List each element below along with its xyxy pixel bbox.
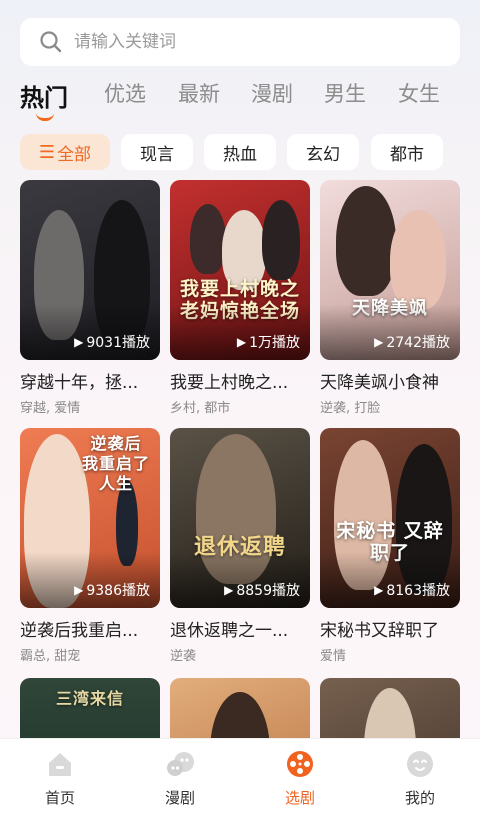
tab-selected[interactable]: 优选 (104, 78, 146, 108)
chip-urban[interactable]: 都市 (371, 134, 443, 170)
nav-comic[interactable]: 漫剧 (140, 749, 220, 808)
nav-home[interactable]: 首页 (20, 749, 100, 808)
chip-all[interactable]: ☰ 全部 (20, 134, 110, 170)
drama-poster (170, 678, 310, 738)
bottom-nav: 首页 漫剧 选剧 我的 (0, 738, 480, 822)
drama-card[interactable]: 退休返聘 ▶ 8859播放 退休返聘之一... 逆袭 (170, 428, 310, 664)
drama-poster: 天降美飒 ▶2742播放 (320, 180, 460, 360)
play-count: ▶ 1万播放 (236, 335, 300, 351)
drama-poster: ▶ 9031播放 (20, 180, 160, 360)
chip-label: 现言 (140, 144, 174, 165)
nav-label: 首页 (44, 789, 75, 807)
drama-poster: 退休返聘 ▶ 8859播放 (170, 428, 310, 608)
play-icon: ▶ (224, 583, 234, 597)
list-icon: ☰ (38, 141, 56, 163)
drama-title: 宋秘书又辞职了 (320, 621, 439, 641)
drama-tags: 逆袭 (170, 649, 197, 664)
play-count: ▶ 8859播放 (224, 583, 300, 599)
drama-tags: 爱情 (320, 649, 347, 664)
play-icon: ▶ (236, 335, 247, 349)
play-count: ▶ 9386播放 (74, 583, 150, 599)
comic-icon (167, 752, 194, 776)
drama-poster: 我要上村晚之 老妈惊艳全场 ▶1万播放 (170, 180, 310, 360)
active-tab-indicator (36, 113, 54, 121)
drama-tags: 霸总, 甜宠 (20, 649, 81, 664)
chip-label: 全部 (57, 144, 92, 165)
drama-poster: 逆袭后 我重启了 人生 ▶ 9386播放 (20, 428, 160, 608)
chip-label: 玄幻 (306, 144, 340, 165)
poster-figure (262, 200, 300, 280)
tab-hot[interactable]: 热门 (20, 78, 68, 113)
drama-tags: 穿越, 爱情 (20, 401, 81, 416)
poster-title: 三湾来信 (55, 689, 124, 708)
play-icon: ▶ (374, 335, 384, 349)
home-icon (49, 753, 71, 776)
drama-grid: ▶9031播放 穿越十年，拯... 穿越, 爱情 我要上村晚之 老妈惊艳全场 ▶… (0, 180, 480, 738)
search-input[interactable] (74, 32, 434, 52)
drama-poster: 宋秘书 又辞职了 ▶8163播放 (320, 428, 460, 608)
drama-card[interactable]: 逆袭后 我重启了 人生 ▶ 9386播放 逆袭后我重启... 霸总, 甜宠 (20, 428, 160, 664)
tab-female[interactable]: 女生 (398, 78, 440, 108)
tab-comic[interactable]: 漫剧 (251, 78, 293, 108)
nav-label: 我的 (404, 789, 435, 807)
play-count: ▶ 8163播放 (374, 583, 450, 599)
poster-figure (210, 692, 270, 738)
poster-figure (364, 688, 416, 738)
drama-card[interactable]: ▶ 9031播放 穿越十年，拯... 穿越, 爱情 (20, 180, 160, 416)
nav-label: 选剧 (284, 789, 315, 807)
tab-male[interactable]: 男生 (324, 78, 366, 108)
drama-tags: 逆袭, 打脸 (320, 401, 381, 416)
poster-figure (390, 210, 446, 310)
chip-modern-romance[interactable]: 现言 (121, 134, 193, 170)
nav-profile[interactable]: 我的 (380, 749, 460, 808)
drama-title: 我要上村晚之... (170, 373, 289, 393)
drama-card[interactable]: 三湾来信 (20, 678, 160, 738)
poster-figure (336, 186, 396, 296)
drama-tags: 乡村, 都市 (170, 401, 231, 416)
drama-title: 穿越十年，拯... (20, 373, 139, 393)
profile-icon (407, 751, 433, 777)
poster-figure (190, 204, 226, 274)
play-icon: ▶ (74, 583, 84, 597)
drama-card[interactable]: 宋秘书 又辞职了 ▶8163播放 宋秘书又辞职了 爱情 (320, 428, 460, 664)
play-count: ▶ 2742播放 (374, 335, 450, 351)
drama-title: 逆袭后我重启... (20, 621, 139, 641)
nav-pick-drama[interactable]: 选剧 (260, 749, 340, 808)
chip-fantasy[interactable]: 玄幻 (287, 134, 359, 170)
tab-latest[interactable]: 最新 (178, 78, 220, 108)
drama-card[interactable]: 天降美飒 ▶2742播放 天降美飒小食神 逆袭, 打脸 (320, 180, 460, 416)
drama-card[interactable] (320, 678, 460, 738)
nav-label: 漫剧 (164, 789, 195, 807)
chip-label: 热血 (223, 144, 257, 165)
poster-title: 逆袭后 我重启了 人生 (81, 434, 150, 493)
drama-poster: 三湾来信 (20, 678, 160, 738)
drama-title: 天降美飒小食神 (320, 373, 439, 393)
search-icon (40, 31, 62, 53)
film-reel-icon (287, 751, 313, 777)
play-count: ▶ 9031播放 (74, 335, 150, 351)
chip-label: 都市 (390, 144, 424, 165)
chip-action[interactable]: 热血 (204, 134, 276, 170)
drama-card[interactable]: 我要上村晚之 老妈惊艳全场 ▶1万播放 我要上村晚之... 乡村, 都市 (170, 180, 310, 416)
drama-card[interactable] (170, 678, 310, 738)
play-icon: ▶ (374, 583, 384, 597)
category-tabs: 热门 优选 最新 漫剧 男生 女生 (0, 76, 480, 126)
drama-title: 退休返聘之一... (170, 621, 289, 641)
genre-filter-chips: ☰ 全部 现言 热血 玄幻 都市 (20, 134, 480, 170)
play-icon: ▶ (74, 335, 84, 349)
drama-poster (320, 678, 460, 738)
search-bar[interactable] (20, 18, 460, 66)
